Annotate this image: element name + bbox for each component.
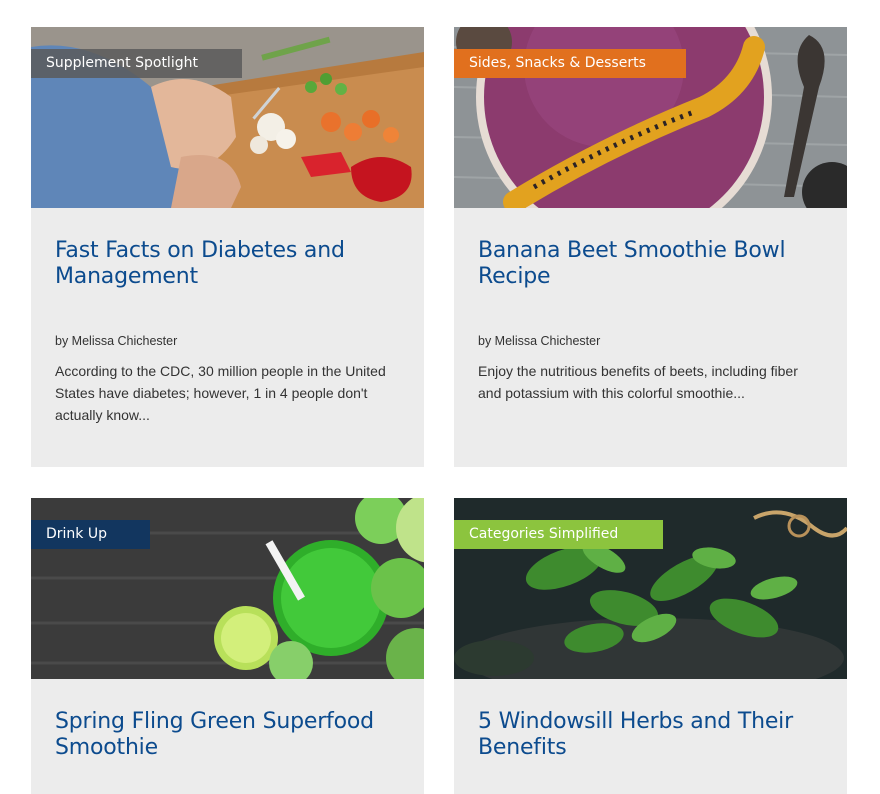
article-image-green-smoothie[interactable]: Drink Up <box>31 498 424 679</box>
article-excerpt: Enjoy the nutritious benefits of beets, … <box>478 363 798 401</box>
article-byline: by Melissa Chichester <box>478 334 601 348</box>
article-title[interactable]: 5 Windowsill Herbs and Their Benefits <box>478 709 823 761</box>
article-title[interactable]: Banana Beet Smoothie Bowl Recipe <box>478 238 823 290</box>
article-image-smoothie-bowl[interactable]: Sides, Snacks & Desserts <box>454 27 847 208</box>
article-card[interactable]: Drink Up Spring Fling Green Superfood Sm… <box>31 498 424 794</box>
article-card[interactable]: Sides, Snacks & Desserts Banana Beet Smo… <box>454 27 847 467</box>
article-card[interactable]: Categories Simplified 5 Windowsill Herbs… <box>454 498 847 794</box>
category-tag[interactable]: Sides, Snacks & Desserts <box>454 49 686 78</box>
article-card[interactable]: Supplement Spotlight Fast Facts on Diabe… <box>31 27 424 467</box>
category-tag[interactable]: Drink Up <box>31 520 150 549</box>
category-tag[interactable]: Supplement Spotlight <box>31 49 242 78</box>
article-title[interactable]: Spring Fling Green Superfood Smoothie <box>55 709 400 761</box>
article-byline: by Melissa Chichester <box>55 334 178 348</box>
article-image-herbs[interactable]: Categories Simplified <box>454 498 847 679</box>
article-title[interactable]: Fast Facts on Diabetes and Management <box>55 238 400 290</box>
article-image-vegetables[interactable]: Supplement Spotlight <box>31 27 424 208</box>
article-excerpt: According to the CDC, 30 million people … <box>55 363 386 423</box>
category-tag[interactable]: Categories Simplified <box>454 520 663 549</box>
